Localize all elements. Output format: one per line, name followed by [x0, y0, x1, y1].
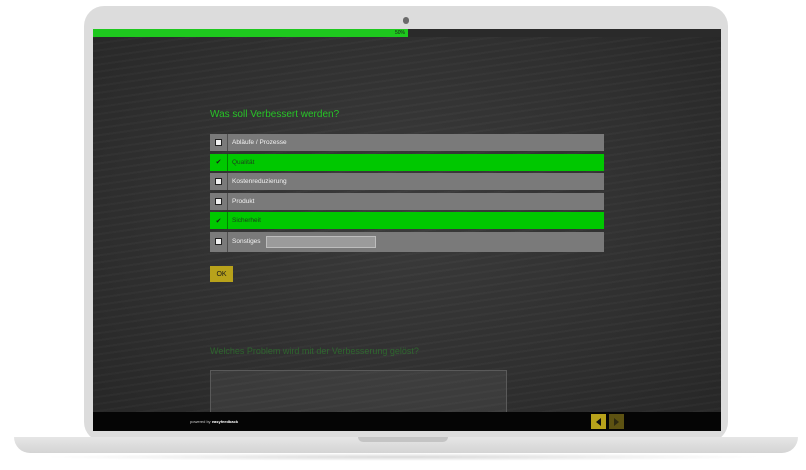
- arrow-left-icon: [596, 417, 601, 426]
- option-kostenreduzierung[interactable]: ✔ Kostenreduzierung: [210, 173, 604, 190]
- option-label: Qualität: [232, 158, 255, 166]
- check-icon: ✔: [215, 159, 222, 166]
- checkbox[interactable]: ✔: [210, 212, 228, 229]
- checkbox[interactable]: ✔: [210, 192, 228, 210]
- check-icon: ✔: [215, 217, 222, 225]
- progress-bar: 50%: [93, 29, 721, 37]
- progress-label: 50%: [394, 30, 405, 36]
- survey-screen: 50% Was soll Verbessert werden? ✔ Abläuf…: [93, 29, 721, 431]
- brand-name: easyfeedback: [211, 419, 239, 424]
- question-title: Was soll Verbessert werden?: [210, 109, 340, 120]
- option-sicherheit[interactable]: ✔ Sicherheit: [210, 212, 604, 229]
- option-sonstiges[interactable]: Sonstiges: [210, 231, 604, 252]
- camera-icon: [403, 17, 409, 24]
- powered-by: powered by easyfeedback: [190, 419, 239, 424]
- checkbox[interactable]: ✔: [210, 153, 228, 171]
- other-text-input[interactable]: [265, 235, 376, 248]
- laptop-shadow: [40, 453, 766, 461]
- next-question-title: Welches Problem wird mit der Verbesserun…: [210, 346, 419, 356]
- option-label: Sicherheit: [232, 217, 261, 224]
- option-qualität[interactable]: ✔ Qualität: [210, 153, 604, 171]
- forward-button[interactable]: [609, 414, 624, 429]
- checkbox[interactable]: ✔: [210, 134, 228, 151]
- laptop-notch: [358, 437, 448, 442]
- checkbox[interactable]: ✔: [210, 173, 228, 190]
- option-label: Sonstiges: [232, 238, 261, 245]
- option-list: ✔ Abläufe / Prozesse ✔ Qualität ✔ Kosten…: [210, 134, 604, 254]
- option-label: Produkt: [232, 197, 255, 205]
- arrow-right-icon: [614, 417, 619, 426]
- footer-bar: powered by easyfeedback: [93, 412, 721, 431]
- option-abläufe-prozesse[interactable]: ✔ Abläufe / Prozesse: [210, 134, 604, 151]
- option-label: Abläufe / Prozesse: [232, 139, 287, 146]
- ok-button[interactable]: OK: [210, 266, 233, 282]
- option-label: Kostenreduzierung: [232, 178, 287, 185]
- back-button[interactable]: [591, 414, 606, 429]
- checkbox[interactable]: [210, 231, 228, 252]
- option-produkt[interactable]: ✔ Produkt: [210, 192, 604, 210]
